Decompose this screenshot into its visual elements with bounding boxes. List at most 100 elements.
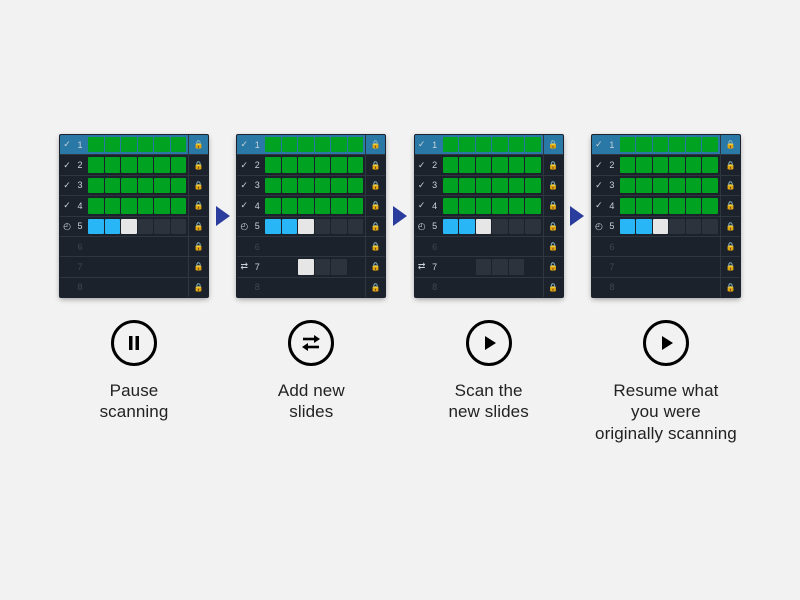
slot-b — [443, 219, 459, 234]
slide-row: 6🔒 — [60, 236, 208, 256]
slide-row: ✓2🔒 — [415, 154, 563, 174]
pause-icon — [111, 320, 157, 366]
slot-g — [138, 137, 154, 152]
slot-g — [669, 157, 685, 172]
status-icon: ✓ — [60, 160, 74, 171]
slot-e — [171, 280, 187, 295]
slot-g — [459, 137, 475, 152]
slot-g — [105, 198, 121, 213]
slot-w — [298, 259, 314, 274]
slide-row: ✓4🔒 — [237, 195, 385, 215]
slide-row: ✓2🔒 — [60, 154, 208, 174]
slot-e — [636, 280, 652, 295]
slot-g — [702, 178, 718, 193]
slot-e — [138, 239, 154, 254]
slot-g — [315, 157, 331, 172]
row-number: 3 — [606, 180, 618, 190]
row-number: 7 — [74, 262, 86, 272]
slot-e — [620, 239, 636, 254]
slot-e — [525, 259, 541, 274]
slot-g — [443, 178, 459, 193]
slide-row: ✓2🔒 — [592, 154, 740, 174]
slot-e — [702, 239, 718, 254]
slot-b — [88, 219, 104, 234]
row-number: 1 — [606, 140, 618, 150]
slide-row: ✓1🔒 — [60, 135, 208, 154]
slot-g — [282, 157, 298, 172]
slot-g — [459, 157, 475, 172]
row-number: 5 — [606, 221, 618, 231]
slide-row: ✓3🔒 — [60, 175, 208, 195]
slot-g — [171, 137, 187, 152]
slot-g — [443, 137, 459, 152]
slot-strip — [441, 237, 543, 256]
slot-g — [620, 137, 636, 152]
status-icon: ✓ — [415, 139, 429, 150]
slot-e — [476, 239, 492, 254]
slot-b — [620, 219, 636, 234]
slot-g — [459, 198, 475, 213]
row-number: 2 — [74, 160, 86, 170]
lock-icon: 🔒 — [365, 237, 385, 256]
row-number: 2 — [606, 160, 618, 170]
slot-g — [653, 178, 669, 193]
lock-icon: 🔒 — [365, 135, 385, 154]
row-number: 5 — [74, 221, 86, 231]
slot-g — [121, 178, 137, 193]
slot-d — [476, 259, 492, 274]
slide-row: 6🔒 — [237, 236, 385, 256]
slot-w — [476, 219, 492, 234]
status-icon: ◴ — [592, 221, 606, 232]
slot-e — [348, 280, 364, 295]
slot-g — [171, 178, 187, 193]
slot-g — [686, 157, 702, 172]
status-icon: ◴ — [60, 221, 74, 232]
row-number: 2 — [429, 160, 441, 170]
slot-g — [636, 157, 652, 172]
lock-icon: 🔒 — [365, 217, 385, 236]
slot-strip — [263, 237, 365, 256]
slot-g — [636, 198, 652, 213]
slot-strip — [618, 278, 720, 297]
row-number: 8 — [251, 282, 263, 292]
status-icon: ⇄ — [237, 261, 251, 272]
slot-g — [105, 137, 121, 152]
slot-d — [348, 219, 364, 234]
slot-g — [459, 178, 475, 193]
lock-icon: 🔒 — [720, 278, 740, 297]
slot-g — [476, 137, 492, 152]
status-icon: ✓ — [237, 180, 251, 191]
slot-g — [509, 198, 525, 213]
row-number: 6 — [251, 242, 263, 252]
slot-e — [105, 239, 121, 254]
slot-g — [525, 198, 541, 213]
lock-icon: 🔒 — [543, 155, 563, 174]
slot-g — [138, 178, 154, 193]
slot-e — [315, 280, 331, 295]
lock-icon: 🔒 — [365, 176, 385, 195]
slide-row: ✓4🔒 — [415, 195, 563, 215]
step-caption: Add newslides — [278, 380, 345, 423]
play-icon — [466, 320, 512, 366]
slot-g — [315, 178, 331, 193]
slot-strip — [263, 278, 365, 297]
slide-row: ✓2🔒 — [237, 154, 385, 174]
step-block-3: Scan thenew slides — [415, 320, 563, 444]
slot-strip — [618, 135, 720, 154]
slot-e — [105, 259, 121, 274]
slot-g — [265, 178, 281, 193]
slot-e — [653, 280, 669, 295]
slot-e — [298, 280, 314, 295]
lock-icon: 🔒 — [720, 176, 740, 195]
slot-g — [121, 157, 137, 172]
lock-icon: 🔒 — [543, 196, 563, 215]
slot-g — [443, 157, 459, 172]
slot-strip — [263, 257, 365, 276]
slot-e — [154, 239, 170, 254]
slot-g — [348, 157, 364, 172]
slot-d — [702, 219, 718, 234]
slide-row: ⇄7🔒 — [237, 256, 385, 276]
slot-d — [669, 219, 685, 234]
slot-g — [492, 157, 508, 172]
slot-g — [525, 157, 541, 172]
